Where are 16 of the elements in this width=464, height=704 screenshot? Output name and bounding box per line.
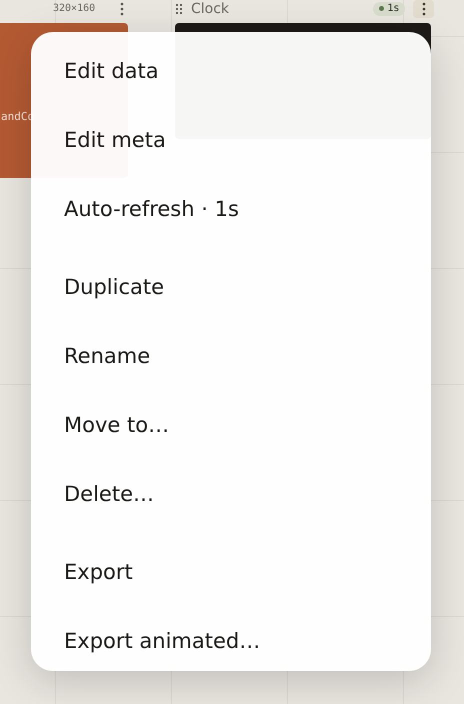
more-button[interactable] — [413, 0, 434, 18]
menu-item[interactable]: Duplicate — [31, 252, 431, 321]
menu-item[interactable]: Rename — [31, 321, 431, 390]
refresh-badge: 1s — [373, 2, 405, 16]
menu-item[interactable]: Edit data — [31, 36, 431, 105]
more-icon — [422, 2, 426, 16]
more-icon[interactable] — [120, 2, 124, 16]
menu-item[interactable]: Export — [31, 537, 431, 606]
size-label: 320×160 — [53, 3, 96, 14]
menu-item[interactable]: Export animated… — [31, 606, 431, 671]
card-title: Clock — [191, 0, 230, 16]
menu-item[interactable]: Delete… — [31, 459, 431, 528]
menu-item[interactable]: Move to… — [31, 390, 431, 459]
menu-item[interactable]: Auto-refresh · 1s — [31, 174, 431, 243]
drag-handle-icon[interactable] — [175, 2, 183, 14]
menu-item[interactable]: Edit meta — [31, 105, 431, 174]
